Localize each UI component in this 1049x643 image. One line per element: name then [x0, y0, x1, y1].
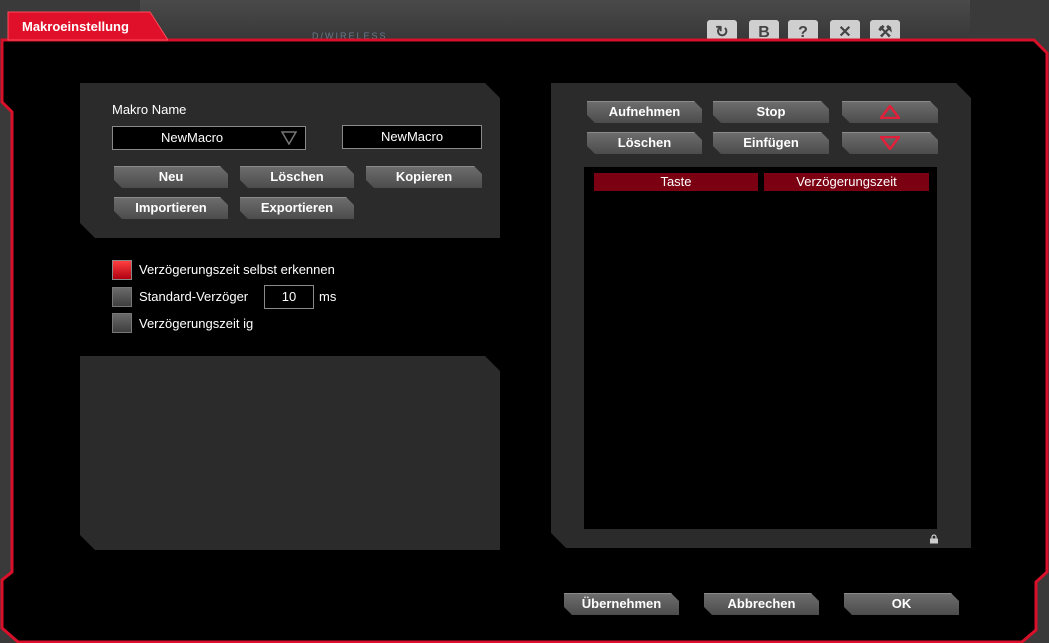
delete-macro-button[interactable]: Löschen — [240, 166, 354, 188]
cancel-button[interactable]: Abbrechen — [704, 593, 819, 615]
move-up-button[interactable] — [842, 101, 938, 123]
stop-button[interactable]: Stop — [713, 101, 829, 123]
new-macro-button[interactable]: Neu — [114, 166, 228, 188]
move-down-button[interactable] — [842, 132, 938, 154]
record-button[interactable]: Aufnehmen — [587, 101, 702, 123]
export-macro-button[interactable]: Exportieren — [240, 197, 354, 219]
insert-button[interactable]: Einfügen — [713, 132, 829, 154]
ok-button[interactable]: OK — [844, 593, 959, 615]
macro-preview-panel — [80, 356, 500, 550]
macro-events-table[interactable]: Taste Verzögerungszeit — [584, 167, 937, 529]
auto-detect-delay-checkbox[interactable] — [112, 260, 132, 280]
macro-select[interactable]: NewMacro — [112, 126, 306, 150]
macro-select-value: NewMacro — [161, 130, 224, 145]
chevron-down-icon — [281, 131, 297, 145]
macro-name-label: Makro Name — [112, 102, 187, 117]
apply-button[interactable]: Übernehmen — [564, 593, 679, 615]
delete-entry-button[interactable]: Löschen — [587, 132, 702, 154]
ignore-delay-label: Verzögerungszeit ig — [139, 316, 254, 331]
triangle-up-icon — [880, 105, 900, 119]
column-header-delay[interactable]: Verzögerungszeit — [764, 173, 929, 191]
macro-name-input[interactable]: NewMacro — [342, 125, 482, 149]
auto-detect-delay-label: Verzögerungszeit selbst erkennen — [139, 262, 335, 277]
macro-name-input-value: NewMacro — [380, 129, 444, 144]
standard-delay-input[interactable]: 10 — [264, 285, 314, 309]
copy-macro-button[interactable]: Kopieren — [366, 166, 482, 188]
dialog-title: Makroeinstellung — [22, 19, 129, 34]
column-header-key[interactable]: Taste — [594, 173, 758, 191]
standard-delay-checkbox[interactable] — [112, 287, 132, 307]
ignore-delay-checkbox[interactable] — [112, 313, 132, 333]
lock-icon — [930, 534, 938, 544]
standard-delay-label: Standard-Verzöger — [139, 289, 249, 304]
triangle-down-icon — [880, 136, 900, 150]
standard-delay-unit: ms — [319, 289, 337, 304]
import-macro-button[interactable]: Importieren — [114, 197, 228, 219]
standard-delay-value: 10 — [281, 289, 297, 304]
